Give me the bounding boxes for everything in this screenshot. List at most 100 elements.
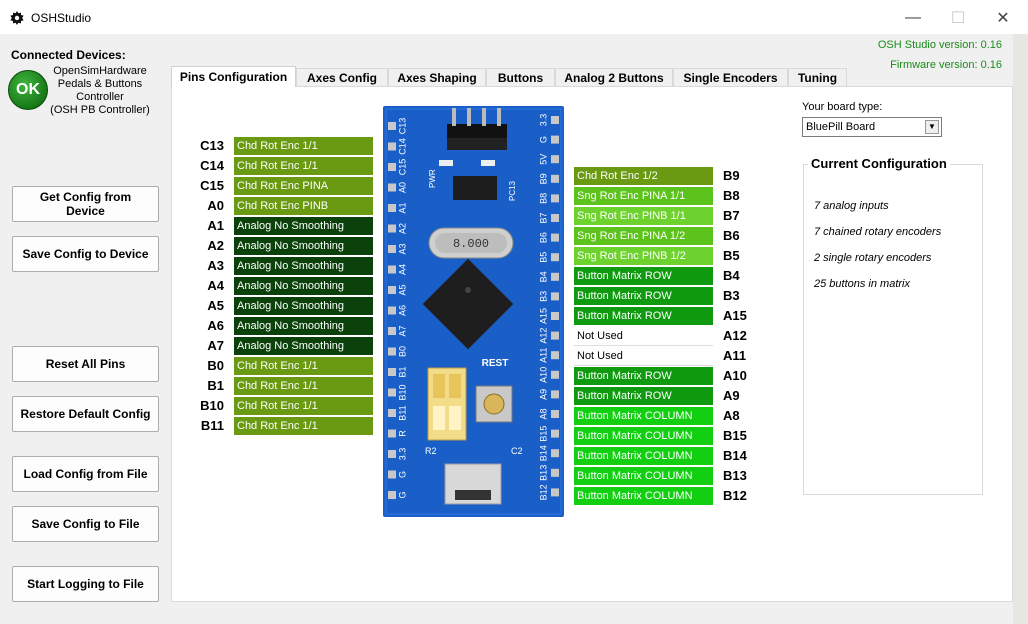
chevron-down-icon[interactable]: ▼ (925, 120, 939, 134)
header-pin (551, 429, 559, 438)
board-type-value: BluePill Board (806, 121, 876, 133)
tab-axes-shaping[interactable]: Axes Shaping (388, 68, 486, 86)
pin-function-select[interactable]: Chd Rot Enc 1/1 (233, 397, 374, 416)
pin-function-select[interactable]: Analog No Smoothing (233, 277, 374, 296)
pin-function-select[interactable]: Chd Rot Enc PINA (233, 177, 374, 196)
header-pin (551, 135, 559, 144)
pin-label-left: A5 (207, 298, 224, 313)
pin-function-select[interactable]: Chd Rot Enc 1/1 (233, 377, 374, 396)
crystal-text: 8.000 (453, 237, 489, 251)
pin-function-select[interactable]: Analog No Smoothing (233, 237, 374, 256)
pin-function-select[interactable]: Chd Rot Enc 1/1 (233, 157, 374, 176)
pin-function-select[interactable]: Analog No Smoothing (233, 217, 374, 236)
tab-analog-2-buttons[interactable]: Analog 2 Buttons (555, 68, 673, 86)
pin-function-select[interactable]: Sng Rot Enc PINA 1/2 (573, 227, 714, 246)
pin-function-select[interactable]: Button Matrix ROW (573, 287, 714, 306)
header-pin-label: A6 (397, 305, 407, 316)
pin-label-right: A8 (723, 408, 740, 423)
device-name-line: Controller (76, 91, 124, 103)
header-pin (388, 470, 396, 479)
pin-function-select[interactable]: Chd Rot Enc 1/1 (233, 137, 374, 156)
reset-pins-button[interactable]: Reset All Pins (12, 346, 159, 382)
close-button[interactable]: ✕ (980, 4, 1026, 32)
pin-label-right: B9 (723, 168, 740, 183)
save-config-button[interactable]: Save Config to Device (12, 236, 159, 272)
pin-function-select[interactable]: Analog No Smoothing (233, 337, 374, 356)
pin-label-left: B1 (207, 378, 224, 393)
pin-label-left: A0 (207, 198, 224, 213)
pin-function-select[interactable]: Sng Rot Enc PINB 1/2 (573, 247, 714, 266)
pin-function-select[interactable]: Button Matrix COLUMN (573, 487, 714, 506)
header-pin-label: C15 (397, 159, 407, 176)
pin-function-select[interactable]: Button Matrix ROW (573, 367, 714, 386)
pin-function-select[interactable]: Button Matrix ROW (573, 387, 714, 406)
pin-label-left: A1 (207, 218, 224, 233)
header-pin (551, 116, 559, 124)
pin-function-select[interactable]: Chd Rot Enc 1/1 (233, 357, 374, 376)
header-pin (551, 292, 559, 301)
save-config-file-button[interactable]: Save Config to File (12, 506, 159, 542)
pin-function-select[interactable]: Not Used (573, 327, 714, 346)
pin-function-select[interactable]: Button Matrix COLUMN (573, 427, 714, 446)
load-config-file-button[interactable]: Load Config from File (12, 456, 159, 492)
tab-pins-configuration[interactable]: Pins Configuration (171, 66, 296, 87)
maximize-button[interactable]: ☐ (935, 4, 981, 32)
device-name-line: OpenSimHardware (53, 65, 147, 77)
pin-function-select[interactable]: Analog No Smoothing (233, 297, 374, 316)
pin-function-select[interactable]: Button Matrix ROW (573, 267, 714, 286)
pin-function-select[interactable]: Chd Rot Enc 1/1 (233, 417, 374, 436)
header-pin-label: G (397, 471, 407, 478)
tab-buttons[interactable]: Buttons (486, 68, 555, 86)
pin-function-select[interactable]: Analog No Smoothing (233, 317, 374, 336)
status-text: OK (16, 81, 40, 98)
tab-tuning[interactable]: Tuning (788, 68, 847, 86)
firmware-version: Firmware version: 0.16 (890, 59, 1002, 71)
header-pin-label: A15 (538, 308, 548, 324)
pin-function-select[interactable]: Button Matrix COLUMN (573, 407, 714, 426)
header-pin (551, 155, 559, 164)
pin-label-right: B14 (723, 448, 747, 463)
pin-function-select[interactable]: Sng Rot Enc PINB 1/1 (573, 207, 714, 226)
header-pin-label: A7 (397, 325, 407, 336)
header-pin-label: B14 (538, 445, 548, 461)
current-configuration-group (803, 164, 983, 495)
header-pin (551, 174, 559, 183)
header-pin-label: B4 (538, 271, 548, 282)
maximize-icon: ☐ (950, 10, 966, 27)
board-type-select[interactable]: BluePill Board ▼ (802, 117, 942, 137)
pin-function-select[interactable]: Button Matrix COLUMN (573, 467, 714, 486)
pin-function-select[interactable]: Button Matrix COLUMN (573, 447, 714, 466)
header-pin (388, 327, 396, 335)
config-summary-line: 7 analog inputs (814, 200, 889, 212)
header-pin (551, 233, 559, 242)
pin-function-select[interactable]: Analog No Smoothing (233, 257, 374, 276)
minimize-button[interactable]: — (890, 4, 936, 32)
pin-function-select[interactable]: Sng Rot Enc PINA 1/1 (573, 187, 714, 206)
header-pin-label: A8 (538, 408, 548, 419)
header-pin-label: B5 (538, 252, 548, 263)
restore-default-button[interactable]: Restore Default Config (12, 396, 159, 432)
config-summary-line: 7 chained rotary encoders (814, 226, 942, 238)
pin-label-left: C13 (200, 138, 224, 153)
header-pin-label: A4 (397, 264, 407, 275)
start-logging-button[interactable]: Start Logging to File (12, 566, 159, 602)
tab-axes-config[interactable]: Axes Config (296, 68, 388, 86)
pin-label-right: B3 (723, 288, 740, 303)
device-name[interactable]: OpenSimHardware Pedals & Buttons Control… (48, 65, 152, 117)
header-pin (388, 286, 396, 294)
header-pin (388, 163, 396, 171)
pin-function-select[interactable]: Chd Rot Enc 1/2 (573, 167, 714, 186)
config-summary-line: 2 single rotary encoders (814, 252, 932, 264)
header-pin (388, 224, 396, 233)
pin-function-select[interactable]: Chd Rot Enc PINB (233, 197, 374, 216)
usb-connector (444, 463, 502, 505)
get-config-button[interactable]: Get Config from Device (12, 186, 159, 222)
header-pin-label: B8 (538, 193, 548, 204)
header-pin-label: B6 (538, 232, 548, 243)
pin-label-left: A6 (207, 318, 224, 333)
tab-single-encoders[interactable]: Single Encoders (673, 68, 788, 86)
pin-function-select[interactable]: Not Used (573, 347, 714, 366)
pin-function-select[interactable]: Button Matrix ROW (573, 307, 714, 326)
header-pin-label: B3 (538, 291, 548, 302)
header-pin-label: B12 (538, 484, 548, 500)
